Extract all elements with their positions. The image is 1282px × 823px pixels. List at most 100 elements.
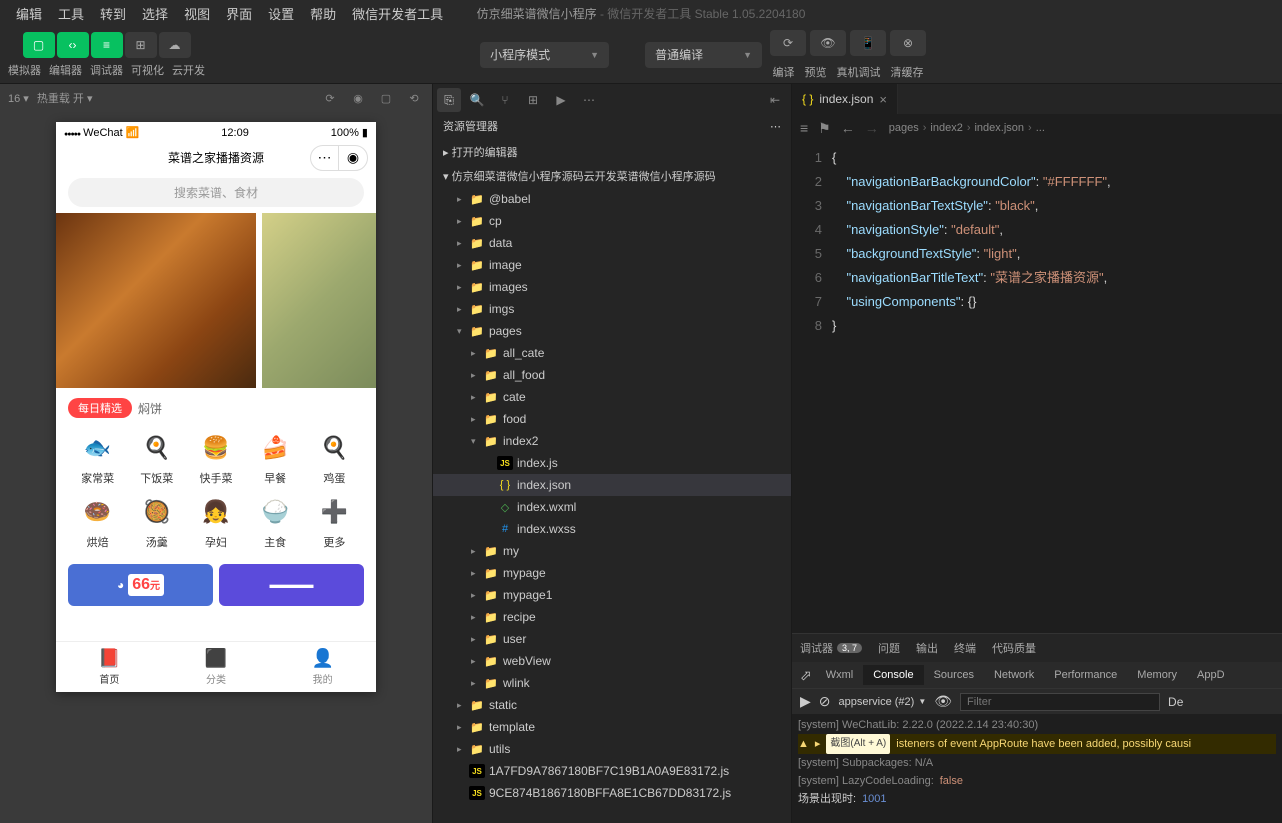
inspect-icon[interactable]: ⬀ <box>800 667 812 684</box>
tree-item[interactable]: ▸📁user <box>433 628 791 650</box>
eye-icon[interactable]: 👁 <box>934 693 952 710</box>
menu-item[interactable]: 转到 <box>92 0 134 27</box>
extensions-icon[interactable]: ⊞ <box>521 88 545 112</box>
tab-item[interactable]: 📕首页 <box>56 642 163 692</box>
debug-subtab[interactable]: Wxml <box>816 665 864 685</box>
tree-item[interactable]: ▾📁pages <box>433 320 791 342</box>
food-image[interactable] <box>262 213 376 388</box>
open-editors-section[interactable]: ▸ 打开的编辑器 <box>433 140 791 164</box>
debug-tab[interactable]: 问题 <box>878 640 900 656</box>
branch-icon[interactable]: ⑂ <box>493 88 517 112</box>
category-item[interactable]: 🍚主食 <box>246 494 305 550</box>
tree-item[interactable]: ▸📁utils <box>433 738 791 760</box>
tree-item[interactable]: ▸📁data <box>433 232 791 254</box>
category-item[interactable]: 🐟家常菜 <box>68 430 127 486</box>
more-icon[interactable]: ⋯ <box>577 88 601 112</box>
forward-icon[interactable]: → <box>865 120 879 136</box>
zoom-dropdown[interactable]: 16 ▾ <box>8 92 29 105</box>
debug-subtab[interactable]: Performance <box>1044 665 1127 685</box>
context-dropdown[interactable]: appservice (#2) ▼ <box>839 696 927 708</box>
menu-item[interactable]: 选择 <box>134 0 176 27</box>
tree-item[interactable]: ▾📁index2 <box>433 430 791 452</box>
simulator-toggle[interactable]: ▢ <box>23 32 55 58</box>
files-icon[interactable]: ⎘ <box>437 88 461 112</box>
filter-input[interactable] <box>960 693 1160 711</box>
debug-subtab[interactable]: Sources <box>924 665 984 685</box>
tree-item[interactable]: JS1A7FD9A7867180BF7C19B1A0A9E83172.js <box>433 760 791 782</box>
category-item[interactable]: 🍰早餐 <box>246 430 305 486</box>
menu-item[interactable]: 编辑 <box>8 0 50 27</box>
refresh-icon[interactable]: ⟳ <box>320 88 340 108</box>
menu-item[interactable]: 设置 <box>260 0 302 27</box>
breadcrumb[interactable]: pages ›index2 ›index.json ›... <box>889 122 1045 134</box>
tree-item[interactable]: ▸📁all_cate <box>433 342 791 364</box>
tab-item[interactable]: ⬛分类 <box>163 642 270 692</box>
tree-item[interactable]: ◇index.wxml <box>433 496 791 518</box>
tree-item[interactable]: { }index.json <box>433 474 791 496</box>
tree-item[interactable]: ▸📁my <box>433 540 791 562</box>
menu-item[interactable]: 微信开发者工具 <box>344 0 451 27</box>
bookmark-icon[interactable]: ⚑ <box>818 120 831 137</box>
category-item[interactable]: ➕更多 <box>305 494 364 550</box>
debug-icon[interactable]: ▶ <box>549 88 573 112</box>
tree-item[interactable]: ▸📁static <box>433 694 791 716</box>
promo-banner[interactable]: ◕ 66元 <box>68 564 213 606</box>
clear-cache-button[interactable]: ⊗ <box>890 30 926 56</box>
debug-tab[interactable]: 代码质量 <box>992 640 1036 656</box>
category-item[interactable]: 👧孕妇 <box>186 494 245 550</box>
editor-tab[interactable]: { } index.json × <box>792 84 898 114</box>
tab-item[interactable]: 👤我的 <box>269 642 376 692</box>
tree-item[interactable]: ▸📁template <box>433 716 791 738</box>
category-item[interactable]: 🥘汤羹 <box>127 494 186 550</box>
debug-subtab[interactable]: AppD <box>1187 665 1235 685</box>
rotate-icon[interactable]: ⟲ <box>404 88 424 108</box>
search-input[interactable]: 搜索菜谱、食材 <box>68 178 364 207</box>
back-icon[interactable]: ← <box>841 120 855 136</box>
debug-subtab[interactable]: Network <box>984 665 1044 685</box>
tree-item[interactable]: ▸📁image <box>433 254 791 276</box>
category-item[interactable]: 🍳鸡蛋 <box>305 430 364 486</box>
tree-item[interactable]: ▸📁images <box>433 276 791 298</box>
compile-button[interactable]: ⟳ <box>770 30 806 56</box>
debug-tab[interactable]: 输出 <box>916 640 938 656</box>
tree-item[interactable]: JSindex.js <box>433 452 791 474</box>
collapse-icon[interactable]: ⇤ <box>763 88 787 112</box>
tree-item[interactable]: ▸📁cate <box>433 386 791 408</box>
editor-toggle[interactable]: ‹› <box>57 32 89 58</box>
capsule-close-icon[interactable]: ◉ <box>339 146 367 170</box>
tree-item[interactable]: ▸📁mypage1 <box>433 584 791 606</box>
record-icon[interactable]: ◉ <box>348 88 368 108</box>
debug-subtab[interactable]: Memory <box>1127 665 1187 685</box>
mode-dropdown[interactable]: 小程序模式▼ <box>480 42 609 68</box>
explorer-more-icon[interactable]: ⋯ <box>770 120 781 133</box>
tree-item[interactable]: ▸📁mypage <box>433 562 791 584</box>
compile-dropdown[interactable]: 普通编译▼ <box>645 42 762 68</box>
visual-toggle[interactable]: ⊞ <box>125 32 157 58</box>
screenshot-hint[interactable]: 截图(Alt + A) <box>826 734 890 754</box>
debug-tab[interactable]: 调试器 3, 7 <box>800 640 862 656</box>
menu-item[interactable]: 视图 <box>176 0 218 27</box>
tree-item[interactable]: #index.wxss <box>433 518 791 540</box>
debug-tab[interactable]: 终端 <box>954 640 976 656</box>
preview-button[interactable]: 👁 <box>810 30 846 56</box>
tree-item[interactable]: ▸📁@babel <box>433 188 791 210</box>
tree-item[interactable]: ▸📁recipe <box>433 606 791 628</box>
category-item[interactable]: 🍔快手菜 <box>186 430 245 486</box>
search-icon[interactable]: 🔍 <box>465 88 489 112</box>
tree-item[interactable]: JS9CE874B1867180BFFA8E1CB67DD83172.js <box>433 782 791 804</box>
menu-item[interactable]: 界面 <box>218 0 260 27</box>
food-image[interactable] <box>56 213 256 388</box>
close-tab-icon[interactable]: × <box>879 92 887 107</box>
capsule-menu-icon[interactable]: ⋯ <box>311 146 339 170</box>
tree-item[interactable]: ▸📁imgs <box>433 298 791 320</box>
debugger-toggle[interactable]: ≡ <box>91 32 123 58</box>
tree-item[interactable]: ▸📁food <box>433 408 791 430</box>
remote-debug-button[interactable]: 📱 <box>850 30 886 56</box>
default-levels[interactable]: De <box>1168 695 1183 709</box>
tree-item[interactable]: ▸📁webView <box>433 650 791 672</box>
cloud-toggle[interactable]: ☁ <box>159 32 191 58</box>
menu-item[interactable]: 帮助 <box>302 0 344 27</box>
hot-reload-dropdown[interactable]: 热重载 开 ▾ <box>37 90 93 106</box>
device-icon[interactable]: ▢ <box>376 88 396 108</box>
menu-item[interactable]: 工具 <box>50 0 92 27</box>
